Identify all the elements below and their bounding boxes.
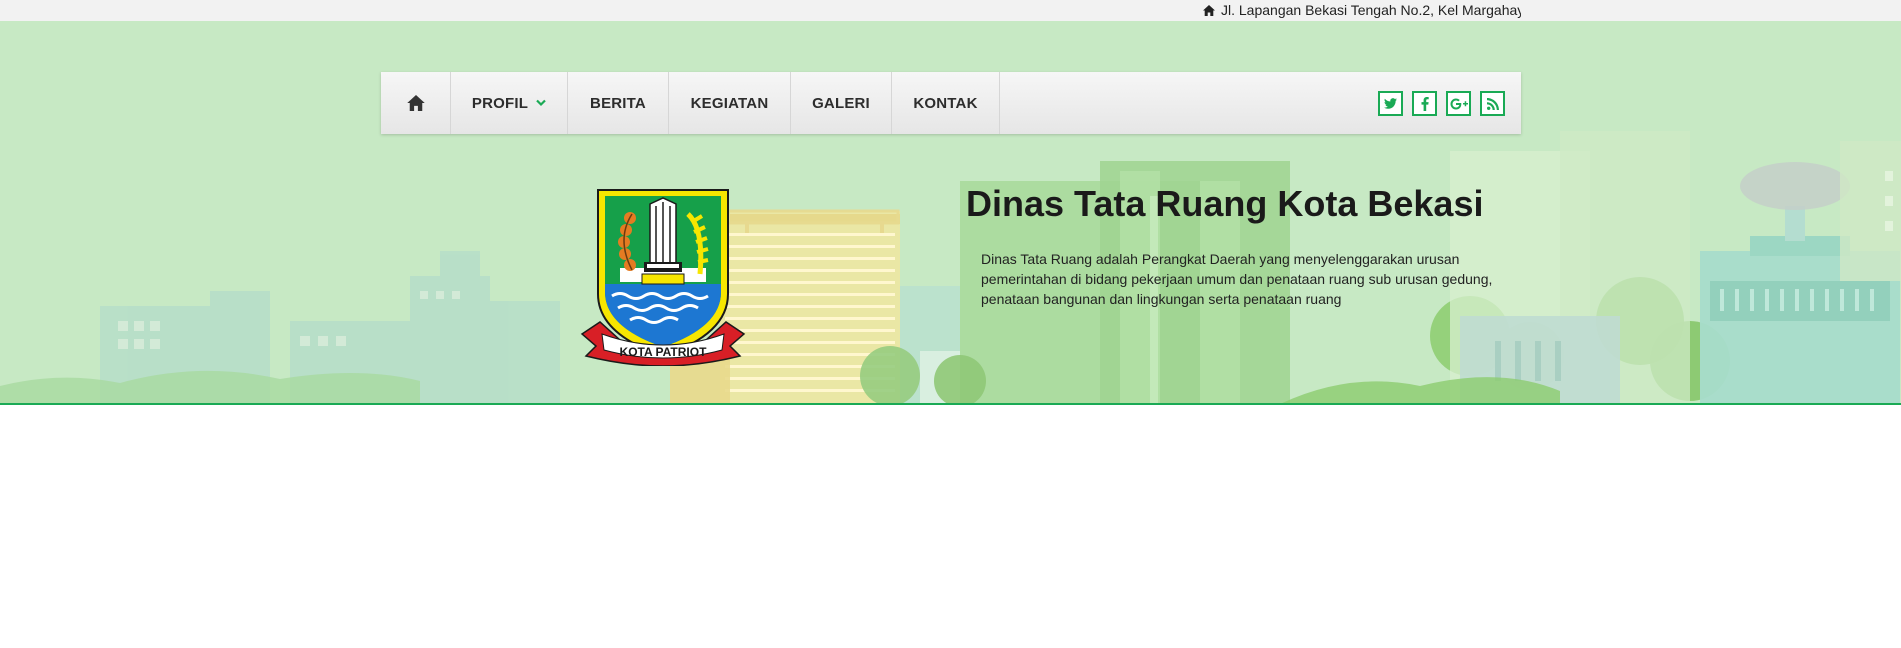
- nav-home-button[interactable]: [381, 72, 451, 134]
- rss-link[interactable]: [1480, 91, 1505, 116]
- hero-bottom-border: [0, 403, 1901, 405]
- kota-bekasi-emblem-logo: KOTA PATRIOT: [580, 189, 746, 366]
- nav-item-berita[interactable]: BERITA: [568, 72, 669, 134]
- nav-item-kontak[interactable]: KONTAK: [892, 72, 1000, 134]
- page-title: Dinas Tata Ruang Kota Bekasi: [966, 183, 1484, 224]
- nav-item-profil-label: PROFIL: [471, 94, 529, 112]
- nav-item-kegiatan-label: KEGIATAN: [690, 94, 769, 112]
- nav-item-kontak-label: KONTAK: [913, 94, 978, 112]
- main-navigation: PROFIL BERITA KEGIATAN GALERI KONTAK: [381, 72, 1521, 134]
- social-links: [1378, 91, 1505, 116]
- twitter-icon: [1384, 98, 1397, 109]
- nav-item-berita-label: BERITA: [590, 94, 646, 112]
- home-icon: [406, 95, 425, 111]
- twitter-link[interactable]: [1378, 91, 1403, 116]
- nav-item-galeri-label: GALERI: [812, 94, 870, 112]
- home-icon: [1203, 5, 1215, 16]
- nav-item-kegiatan[interactable]: KEGIATAN: [669, 72, 791, 134]
- google-plus-link[interactable]: [1446, 91, 1471, 116]
- facebook-link[interactable]: [1412, 91, 1437, 116]
- page-description: Dinas Tata Ruang adalah Perangkat Daerah…: [981, 251, 1493, 307]
- nav-item-galeri[interactable]: GALERI: [791, 72, 892, 134]
- top-info-bar: Jl. Lapangan Bekasi Tengah No.2, Kel Mar…: [0, 0, 1901, 21]
- facebook-icon: [1421, 96, 1429, 111]
- nav-item-profil[interactable]: PROFIL: [451, 72, 568, 134]
- logo-motto-text: KOTA PATRIOT: [620, 345, 708, 359]
- google-plus-icon: [1450, 98, 1468, 109]
- address-text-container: Jl. Lapangan Bekasi Tengah No.2, Kel Mar…: [1203, 0, 1521, 21]
- address-text: Jl. Lapangan Bekasi Tengah No.2, Kel Mar…: [1221, 2, 1521, 18]
- rss-icon: [1486, 97, 1499, 110]
- chevron-down-icon: [536, 99, 546, 107]
